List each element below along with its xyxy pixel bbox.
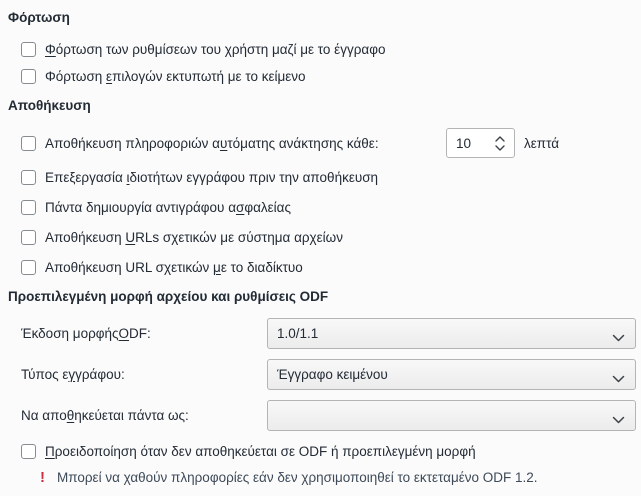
checkbox-label: Προειδοποίηση όταν δεν αποθηκεύεται σε O… bbox=[45, 443, 476, 459]
odf-version-row: Έκδοση μορφής O DF: 1.0/1.1 bbox=[0, 318, 641, 349]
section-title-odf: Προεπιλεγμένη μορφή αρχείου και ρυθμίσει… bbox=[8, 289, 329, 304]
checkbox-edit-document-properties[interactable] bbox=[21, 169, 36, 185]
checkbox-load-printer-settings[interactable] bbox=[21, 68, 36, 84]
chevron-up-icon bbox=[495, 135, 505, 142]
checkbox-label: Αποθήκευση URL σχετικών με το διαδίκτυο bbox=[45, 259, 303, 275]
spinner-value[interactable]: 10 bbox=[447, 136, 495, 151]
checkbox-row-autorecovery[interactable]: Αποθήκευση πληροφοριών αυτόματης ανάκτησ… bbox=[0, 128, 641, 158]
always-save-as-row: Να απο θ ηκεύεται πάντα ως: bbox=[0, 400, 641, 431]
checkbox-label: Επεξεργασία ιδιοτήτων εγγράφου πριν την … bbox=[45, 169, 379, 185]
checkbox-label: Φόρτωση επιλογών εκτυπωτή με το κείμενο bbox=[45, 68, 306, 84]
spin-up-button[interactable] bbox=[495, 135, 505, 142]
checkbox-row-relative-internet-urls[interactable]: Αποθήκευση URL σχετικών με το διαδίκτυο bbox=[0, 256, 641, 278]
checkbox-autorecovery[interactable] bbox=[21, 135, 36, 151]
checkbox-relative-internet-urls[interactable] bbox=[21, 259, 36, 275]
checkbox-row-backup-copy[interactable]: Πάντα δημιουργία αντιγράφου ασφαλείας bbox=[0, 196, 641, 218]
odf-version-select[interactable]: 1.0/1.1 bbox=[267, 318, 636, 349]
checkbox-row-relative-filesystem-urls[interactable]: Αποθήκευση URLs σχετικών με σύστημα αρχε… bbox=[0, 226, 641, 248]
chevron-down-icon bbox=[612, 330, 625, 345]
load-save-general-options-panel: Φόρτωση Φόρτωση των ρυθμίσεων του χρήστη… bbox=[0, 0, 641, 496]
spinner-buttons bbox=[495, 135, 514, 151]
chevron-down-icon bbox=[612, 371, 625, 386]
autorecovery-minutes-unit: λεπτά bbox=[524, 135, 560, 151]
warning-note-text: Μπορεί να χαθούν πληροφορίες εάν δεν χρη… bbox=[57, 469, 538, 485]
checkbox-label: Πάντα δημιουργία αντιγράφου ασφαλείας bbox=[45, 199, 291, 215]
checkbox-row-load-printer-settings[interactable]: Φόρτωση επιλογών εκτυπωτή με το κείμενο bbox=[0, 65, 641, 87]
selected-value: 1.0/1.1 bbox=[277, 326, 319, 341]
chevron-down-icon bbox=[612, 412, 625, 427]
document-type-select[interactable]: Έγγραφο κειμένου bbox=[267, 359, 636, 390]
chevron-down-icon bbox=[495, 144, 505, 151]
section-title-load: Φόρτωση bbox=[8, 10, 70, 25]
checkbox-label: Αποθήκευση URLs σχετικών με σύστημα αρχε… bbox=[45, 229, 343, 245]
always-save-as-label: Να απο θ ηκεύεται πάντα ως: bbox=[21, 408, 189, 423]
selected-value: Έγγραφο κειμένου bbox=[277, 367, 388, 382]
checkbox-odf-warning[interactable] bbox=[21, 443, 36, 459]
always-save-as-select[interactable] bbox=[267, 400, 636, 431]
checkbox-row-edit-document-properties[interactable]: Επεξεργασία ιδιοτήτων εγγράφου πριν την … bbox=[0, 166, 641, 188]
document-type-label: Τύπος ε γ γράφου: bbox=[21, 367, 125, 382]
odf-version-label: Έκδοση μορφής O DF: bbox=[21, 326, 151, 341]
spin-down-button[interactable] bbox=[495, 144, 505, 151]
document-type-row: Τύπος ε γ γράφου: Έγγραφο κειμένου bbox=[0, 359, 641, 390]
checkbox-row-odf-warning[interactable]: Προειδοποίηση όταν δεν αποθηκεύεται σε O… bbox=[0, 440, 641, 462]
autorecovery-minutes-spinner[interactable]: 10 bbox=[446, 128, 515, 158]
checkbox-label: Αποθήκευση πληροφοριών αυτόματης ανάκτησ… bbox=[45, 135, 379, 151]
checkbox-label: Φόρτωση των ρυθμίσεων του χρήστη μαζί με… bbox=[45, 41, 386, 57]
checkbox-row-load-user-settings[interactable]: Φόρτωση των ρυθμίσεων του χρήστη μαζί με… bbox=[0, 38, 641, 60]
warning-exclamation-icon: ! bbox=[40, 468, 45, 486]
checkbox-relative-filesystem-urls[interactable] bbox=[21, 229, 36, 245]
section-title-save: Αποθήκευση bbox=[8, 98, 91, 113]
checkbox-load-user-settings[interactable] bbox=[21, 41, 36, 57]
checkbox-backup-copy[interactable] bbox=[21, 199, 36, 215]
odf-warning-note: ! Μπορεί να χαθούν πληροφορίες εάν δεν χ… bbox=[0, 466, 641, 488]
